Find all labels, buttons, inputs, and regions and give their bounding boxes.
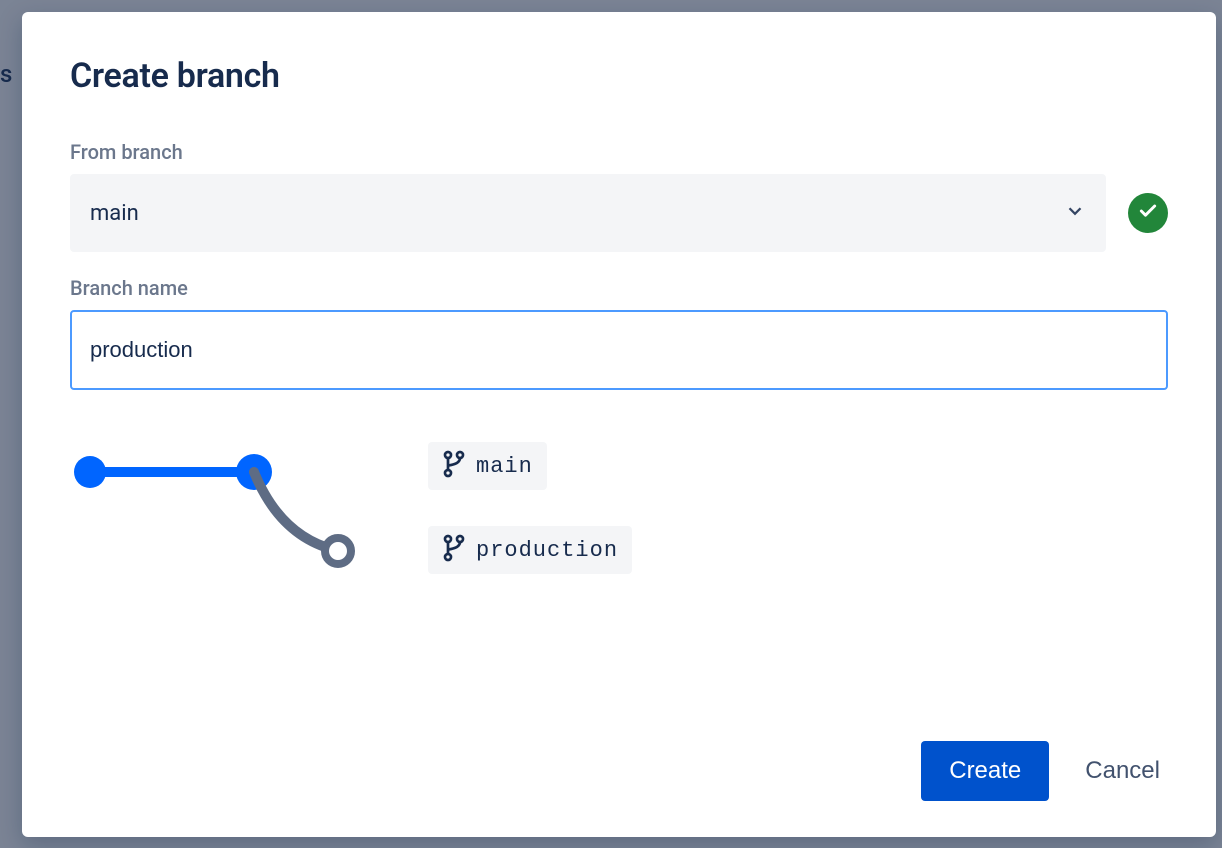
- check-icon: [1138, 201, 1158, 225]
- source-branch-tag: main: [428, 442, 547, 490]
- branch-diagram-area: main production: [70, 450, 1168, 580]
- from-branch-row: main: [70, 174, 1168, 252]
- branch-name-label: Branch name: [70, 276, 1168, 300]
- validation-check-badge: [1128, 193, 1168, 233]
- git-branch-icon: [442, 450, 466, 482]
- new-branch-name: production: [476, 538, 618, 563]
- branch-diagram: [70, 450, 360, 580]
- modal-footer: Create Cancel: [70, 741, 1168, 801]
- backdrop-text: s: [0, 60, 12, 88]
- branch-name-field-group: Branch name: [70, 276, 1168, 390]
- from-branch-label: From branch: [70, 140, 1168, 164]
- branch-labels: main production: [428, 442, 632, 574]
- new-branch-tag: production: [428, 526, 632, 574]
- modal-title: Create branch: [70, 56, 1168, 96]
- create-branch-modal: Create branch From branch main: [22, 12, 1216, 837]
- create-button[interactable]: Create: [921, 741, 1049, 801]
- from-branch-value: main: [90, 201, 139, 226]
- branch-name-input[interactable]: [70, 310, 1168, 390]
- from-branch-select[interactable]: main: [70, 174, 1106, 252]
- chevron-down-icon: [1064, 200, 1086, 226]
- from-branch-field-group: From branch main: [70, 140, 1168, 252]
- git-branch-icon: [442, 534, 466, 566]
- cancel-button[interactable]: Cancel: [1077, 741, 1168, 801]
- source-branch-name: main: [476, 454, 533, 479]
